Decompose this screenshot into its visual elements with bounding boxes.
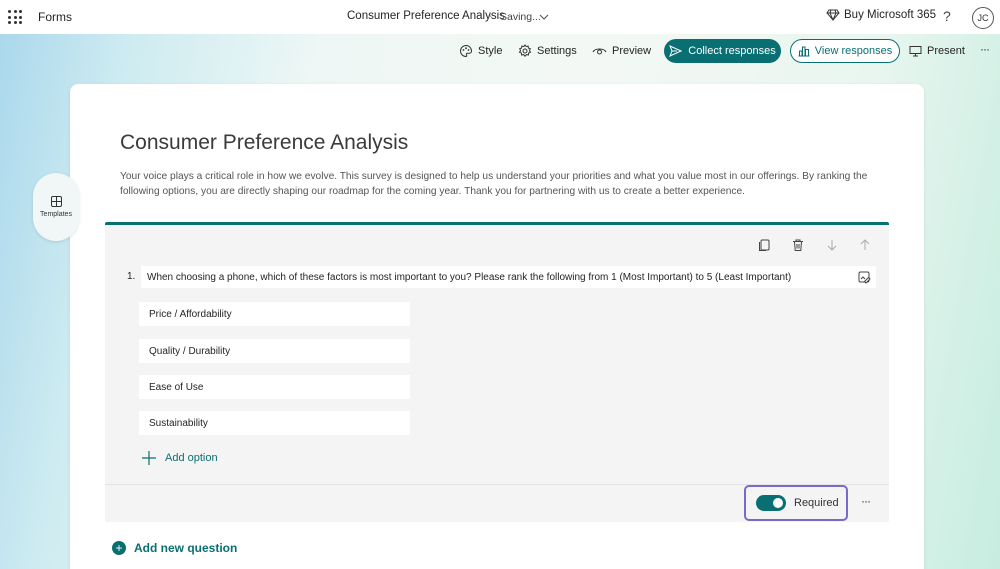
question-number: 1. bbox=[127, 271, 136, 282]
top-bar: Forms Consumer Preference Analysis - Sav… bbox=[0, 0, 1000, 34]
required-toggle-container[interactable]: Required bbox=[744, 485, 848, 521]
collect-responses-button[interactable]: Collect responses bbox=[664, 39, 781, 63]
templates-button[interactable]: Templates bbox=[33, 173, 79, 241]
palette-icon bbox=[460, 44, 472, 58]
style-button[interactable]: Style bbox=[459, 43, 502, 59]
app-launcher-icon[interactable] bbox=[8, 10, 22, 24]
chevron-down-icon[interactable] bbox=[539, 12, 549, 22]
app-name[interactable]: Forms bbox=[38, 10, 72, 24]
question-text[interactable]: When choosing a phone, which of these fa… bbox=[141, 266, 876, 288]
option-input[interactable]: Quality / Durability bbox=[139, 339, 410, 363]
style-label: Style bbox=[478, 45, 503, 57]
plus-icon bbox=[142, 451, 156, 465]
more-options-icon[interactable]: ··· bbox=[980, 42, 990, 56]
add-new-question-button[interactable]: + Add new question bbox=[112, 541, 237, 555]
view-responses-button[interactable]: View responses bbox=[790, 39, 900, 63]
help-icon[interactable]: ? bbox=[943, 8, 951, 24]
save-status: Saving... bbox=[500, 11, 541, 23]
avatar[interactable]: JC bbox=[972, 7, 994, 29]
preview-label: Preview bbox=[612, 45, 652, 57]
gear-icon bbox=[518, 44, 532, 57]
form-description[interactable]: Your voice plays a critical role in how … bbox=[120, 169, 890, 199]
monitor-icon bbox=[909, 46, 922, 57]
diamond-icon bbox=[826, 9, 840, 21]
arrow-down-icon[interactable] bbox=[825, 238, 839, 252]
trash-icon[interactable] bbox=[791, 238, 805, 252]
send-icon bbox=[669, 45, 683, 57]
title-separator: - bbox=[488, 10, 492, 22]
add-new-question-label: Add new question bbox=[134, 541, 238, 555]
document-title[interactable]: Consumer Preference Analysis bbox=[347, 10, 505, 22]
templates-label: Templates bbox=[40, 211, 72, 218]
copy-icon[interactable] bbox=[757, 238, 771, 252]
settings-label: Settings bbox=[537, 45, 577, 57]
present-label: Present bbox=[927, 45, 965, 57]
edit-media-icon[interactable] bbox=[858, 271, 871, 284]
option-input[interactable]: Sustainability bbox=[139, 411, 410, 435]
required-toggle[interactable] bbox=[756, 495, 786, 511]
bar-chart-icon bbox=[798, 46, 810, 57]
add-option-button[interactable]: Add option bbox=[141, 450, 218, 466]
settings-button[interactable]: Settings bbox=[518, 43, 577, 59]
buy-label: Buy Microsoft 365 bbox=[844, 9, 937, 21]
add-option-label: Add option bbox=[165, 452, 218, 464]
question-more-options-icon[interactable]: ··· bbox=[861, 494, 871, 508]
option-input[interactable]: Ease of Use bbox=[139, 375, 410, 399]
form-title[interactable]: Consumer Preference Analysis bbox=[120, 131, 408, 155]
templates-icon bbox=[50, 196, 62, 207]
collect-responses-label: Collect responses bbox=[688, 45, 776, 57]
plus-circle-icon: + bbox=[112, 541, 126, 555]
buy-microsoft-365-button[interactable]: Buy Microsoft 365 bbox=[826, 9, 936, 21]
option-input[interactable]: Price / Affordability bbox=[139, 302, 410, 326]
required-label: Required bbox=[794, 497, 839, 509]
view-responses-label: View responses bbox=[814, 45, 893, 57]
arrow-up-icon[interactable] bbox=[858, 238, 872, 252]
present-button[interactable]: Present bbox=[909, 43, 965, 59]
preview-button[interactable]: Preview bbox=[592, 43, 651, 59]
eye-icon bbox=[592, 48, 607, 55]
